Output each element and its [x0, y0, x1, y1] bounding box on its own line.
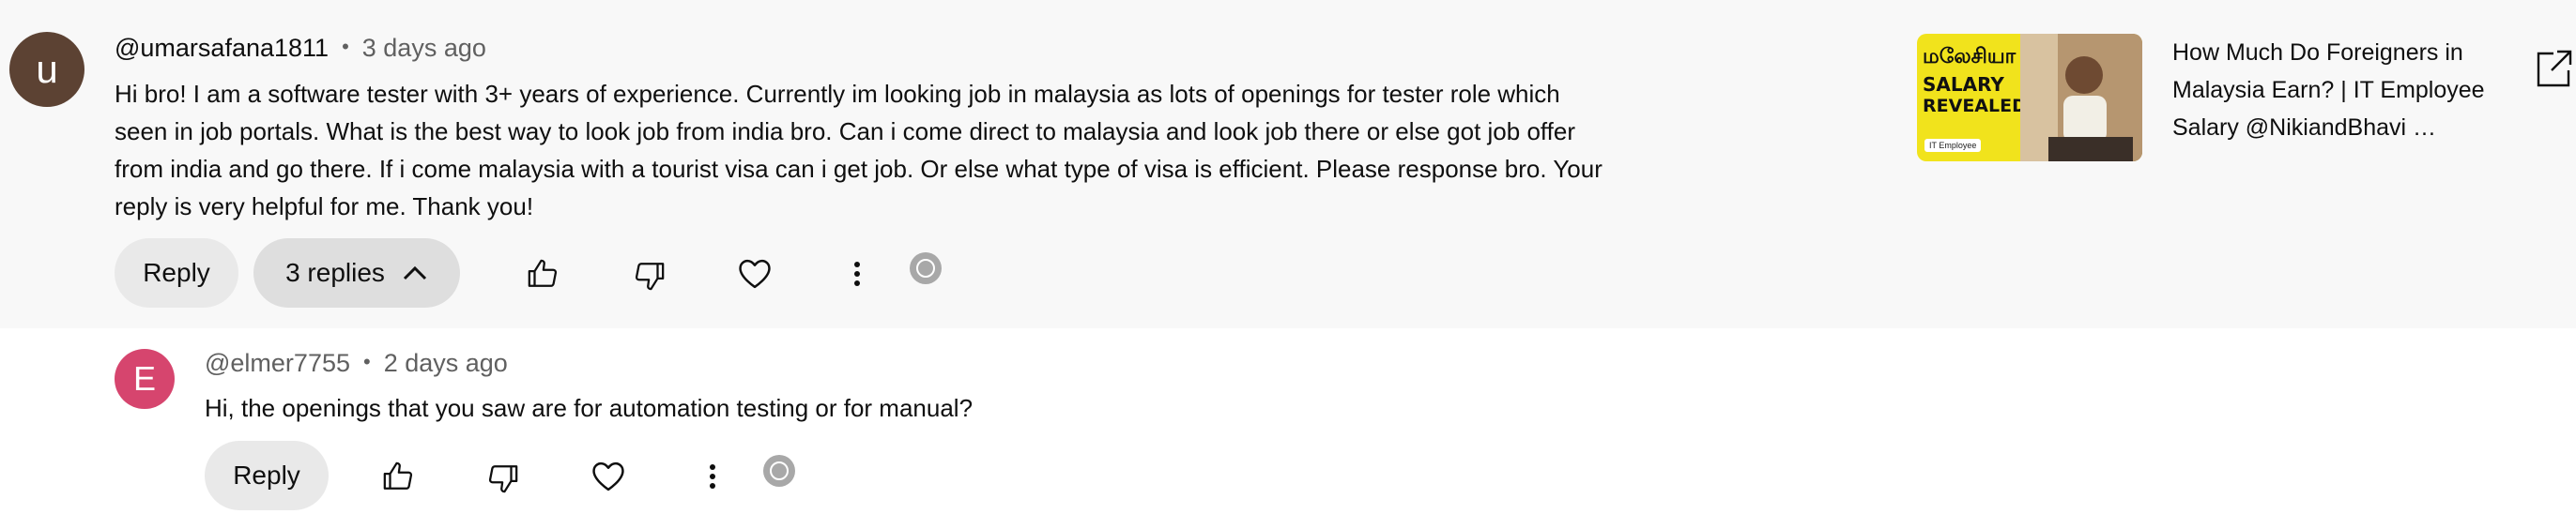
toggle-replies-button[interactable]: 3 replies: [253, 238, 460, 308]
video-title[interactable]: How Much Do Foreigners in Malaysia Earn?…: [2172, 34, 2510, 146]
thumbs-down-icon[interactable]: [483, 460, 524, 497]
iq-badge-icon[interactable]: [762, 454, 796, 488]
thumbs-up-icon[interactable]: [522, 255, 563, 293]
avatar-letter: E: [132, 359, 156, 398]
reply-header: @elmer7755 • 2 days ago: [205, 349, 508, 378]
comment-text: Hi bro! I am a software tester with 3+ y…: [115, 75, 1729, 225]
thumbs-down-icon[interactable]: [629, 257, 670, 295]
reply-button-label: Reply: [233, 461, 300, 490]
iq-badge-icon[interactable]: [909, 251, 943, 285]
comment-time[interactable]: 3 days ago: [362, 34, 486, 62]
comment-line: seen in job portals. What is the best wa…: [115, 117, 1576, 145]
comment-header: @umarsafana1811 • 3 days ago: [115, 34, 486, 63]
comment-line: from india and go there. If i come malay…: [115, 155, 1602, 183]
comment-line: Hi bro! I am a software tester with 3+ y…: [115, 80, 1560, 108]
open-external-icon[interactable]: [2535, 47, 2572, 90]
video-thumbnail[interactable]: மலேசியா SALARY REVEALED! IT Employee: [1917, 34, 2142, 161]
more-vert-icon[interactable]: [843, 255, 871, 293]
reply-author[interactable]: @elmer7755: [205, 349, 350, 377]
video-title-line: Salary @NikiandBhavi …: [2172, 114, 2437, 141]
comment-line: reply is very helpful for me. Thank you!: [115, 192, 534, 220]
more-vert-icon[interactable]: [698, 458, 727, 495]
header-separator: •: [363, 350, 371, 373]
video-title-line: How Much Do Foreigners in: [2172, 39, 2463, 66]
reply-button[interactable]: Reply: [115, 238, 238, 308]
heart-icon[interactable]: [734, 255, 775, 293]
comment-author[interactable]: @umarsafana1811: [115, 34, 329, 62]
header-separator: •: [342, 35, 349, 58]
thumb-revealed-text: REVEALED!: [1923, 96, 2035, 116]
reply-button-label: Reply: [143, 258, 210, 287]
thumb-salary-text: SALARY: [1923, 73, 2004, 96]
avatar-letter: u: [36, 47, 58, 91]
heart-icon[interactable]: [588, 458, 629, 495]
thumb-tamil-text: மலேசியா: [1923, 45, 2016, 68]
reply-reply-button[interactable]: Reply: [205, 441, 329, 510]
reply-text: Hi, the openings that you saw are for au…: [205, 394, 974, 422]
replies-count-label: 3 replies: [285, 258, 385, 287]
thumb-badge: IT Employee: [1924, 139, 1982, 152]
reply-time[interactable]: 2 days ago: [384, 349, 508, 377]
thumbs-up-icon[interactable]: [377, 458, 419, 495]
reply-avatar[interactable]: E: [115, 349, 175, 409]
thumb-person-image: [2020, 34, 2142, 161]
video-title-line: Malaysia Earn? | IT Employee: [2172, 77, 2485, 103]
chevron-up-icon: [402, 265, 428, 281]
commenter-avatar[interactable]: u: [9, 32, 84, 107]
